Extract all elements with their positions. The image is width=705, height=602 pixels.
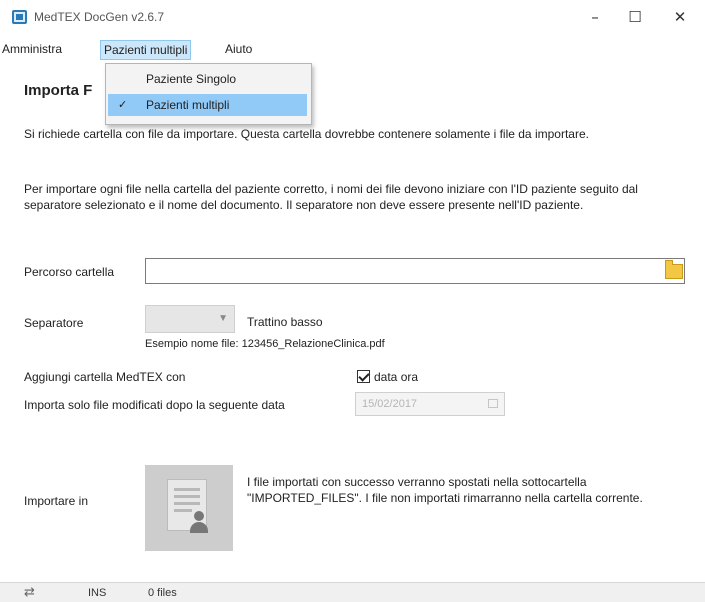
example-filename: Esempio nome file: 123456_RelazioneClini…: [145, 338, 385, 350]
import-document-button[interactable]: [145, 465, 233, 551]
refresh-icon[interactable]: ⇄: [24, 585, 35, 600]
minimize-button[interactable]: –: [575, 6, 615, 28]
menu-item-label: Paziente Singolo: [146, 72, 237, 86]
mode-dropdown-menu: Paziente Singolo ✓ Pazienti multipli: [105, 63, 312, 125]
naming-rules-text: Per importare ogni file nella cartella d…: [24, 182, 638, 212]
menu-aiuto[interactable]: Aiuto: [225, 42, 252, 56]
menu-item-label: Pazienti multipli: [146, 98, 230, 112]
title-bar: MedTEX DocGen v2.6.7 – ☐ ✕: [0, 0, 705, 34]
chevron-down-icon: ▼: [218, 313, 228, 324]
folder-browse-icon[interactable]: [665, 260, 683, 279]
status-field-ins: INS: [88, 587, 107, 599]
add-folder-label: Aggiungi cartella MedTEX con: [24, 370, 186, 384]
date-picker[interactable]: 15/02/2017: [355, 392, 505, 416]
menu-item-pazienti-multipli[interactable]: ✓ Pazienti multipli: [108, 94, 307, 116]
import-label: Importare in: [24, 494, 89, 508]
datetime-checkbox-label: data ora: [374, 370, 419, 384]
separator-select[interactable]: ▼: [145, 305, 235, 333]
status-field-files: 0 files: [148, 587, 177, 599]
modified-after-label: Importa solo file modificati dopo la seg…: [24, 398, 285, 412]
window-title: MedTEX DocGen v2.6.7: [34, 10, 165, 24]
separator-value: Trattino basso: [247, 315, 323, 329]
folder-path-input[interactable]: [145, 258, 685, 284]
page-title: Importa F: [24, 82, 93, 99]
patient-icon: [189, 511, 209, 533]
separator-label: Separatore: [24, 316, 84, 330]
close-button[interactable]: ✕: [660, 6, 700, 28]
date-value: 15/02/2017: [362, 398, 418, 410]
menu-pazienti-multipli[interactable]: Pazienti multipli: [100, 40, 192, 60]
menu-item-paziente-singolo[interactable]: Paziente Singolo: [108, 68, 307, 90]
path-label: Percorso cartella: [24, 265, 115, 279]
import-description: I file importati con successo verranno s…: [247, 475, 643, 505]
datetime-checkbox[interactable]: [357, 370, 370, 383]
maximize-button[interactable]: ☐: [615, 6, 655, 28]
app-icon: [12, 10, 27, 24]
check-icon: ✓: [118, 99, 128, 111]
menu-amministra[interactable]: Amministra: [2, 42, 62, 56]
calendar-icon[interactable]: [488, 399, 498, 408]
menu-bar: Amministra Pazienti multipli Aiuto: [0, 40, 705, 60]
status-bar: ⇄ INS 0 files: [0, 582, 705, 602]
instructions-text: Si richiede cartella con file da importa…: [24, 127, 589, 141]
